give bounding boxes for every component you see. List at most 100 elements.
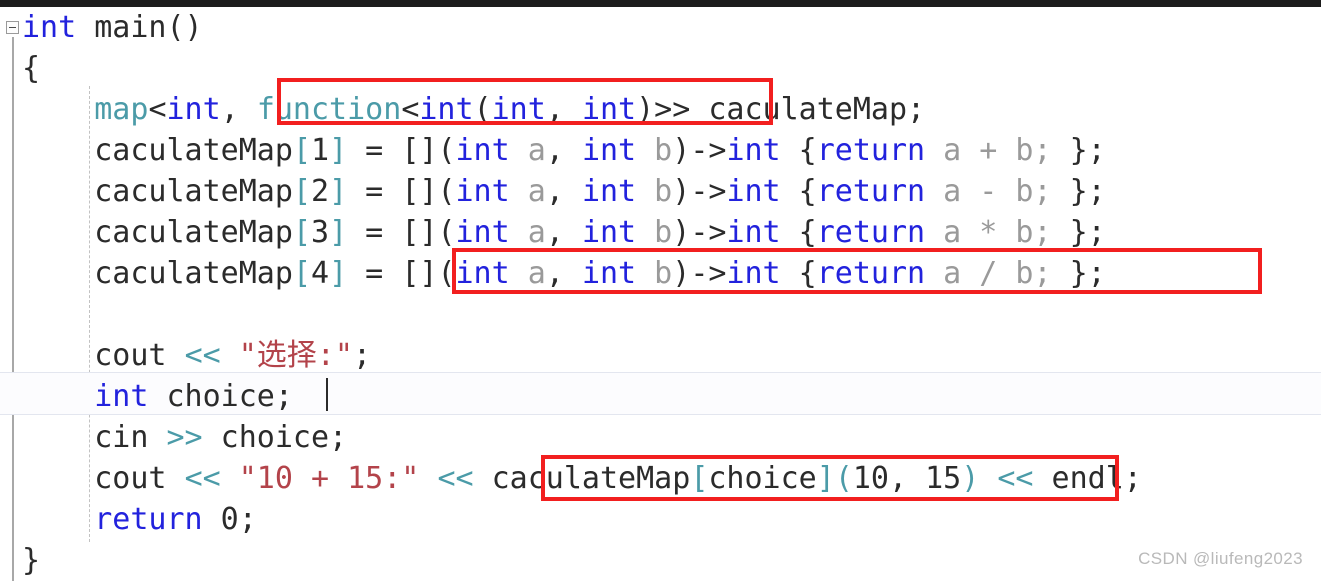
code-line-6[interactable]: caculateMap[3] = [](int a, int b)->int {… <box>0 212 1321 253</box>
token-keyword-return: return <box>816 133 926 168</box>
token-string-literal-prompt: "选择:" <box>238 338 353 373</box>
token-comma: , <box>545 256 582 291</box>
token-body-close-brace: }; <box>1069 174 1106 209</box>
token-bracket-close: ] <box>329 256 348 291</box>
token-param-b: b <box>636 174 673 209</box>
token-body-close-brace: }; <box>1069 215 1106 250</box>
token-lambda-capture: [] <box>401 174 438 209</box>
token-bracket-close: ] <box>329 215 348 250</box>
code-line-7[interactable]: caculateMap[4] = [](int a, int b)->int {… <box>0 253 1321 294</box>
token-paren-open: ( <box>437 133 456 168</box>
token-keyword-int: int <box>94 379 149 414</box>
token-identifier-caculatemap: caculateMap <box>94 133 293 168</box>
token-keyword-int: int <box>455 174 510 209</box>
token-param-b: b <box>636 256 673 291</box>
code-line-1[interactable]: int main() <box>0 7 1321 48</box>
token-angle-open: < <box>148 92 167 127</box>
token-bracket-open: [ <box>292 215 311 250</box>
code-line-5[interactable]: caculateMap[2] = [](int a, int b)->int {… <box>0 171 1321 212</box>
token-identifier-caculatemap: caculateMap <box>94 174 293 209</box>
token-stream-insert: << <box>184 461 221 496</box>
code-line-8[interactable]: cout << "选择:"; <box>0 335 1321 376</box>
code-line-9[interactable]: int choice; <box>0 376 1321 417</box>
code-line-13[interactable]: } <box>0 540 1321 581</box>
code-line-12[interactable]: return 0; <box>0 499 1321 540</box>
token-cin: cin <box>94 420 167 455</box>
code-line-3[interactable]: map<int, function<int(int, int)>> cacula… <box>0 89 1321 130</box>
token-return-value: 0; <box>202 502 257 537</box>
token-paren-open: ( <box>437 174 456 209</box>
token-identifier-choice: choice <box>708 461 817 496</box>
token-body-close-brace: }; <box>1069 133 1106 168</box>
token-bracket-open: [ <box>292 256 311 291</box>
token-keyword-return: return <box>816 174 926 209</box>
token-assign: = <box>347 215 402 250</box>
token-stream-insert: << <box>184 338 221 373</box>
token-semicolon: ; <box>352 338 371 373</box>
token-identifier-caculatemap: caculateMap <box>94 215 293 250</box>
token-call-paren-open: ( <box>834 461 853 496</box>
token-identifier-choice: choice; <box>202 420 348 455</box>
token-comma: , <box>220 92 257 127</box>
token-paren-close: ) <box>672 256 691 291</box>
token-keyword-int-2: int <box>581 256 637 291</box>
token-param-a: a <box>509 174 546 209</box>
code-line-2[interactable]: { <box>0 48 1321 89</box>
token-keyword-return: return <box>816 256 926 291</box>
token-paren-open: ( <box>437 215 456 250</box>
token-body-open-brace: { <box>780 215 817 250</box>
token-return-type-int: int <box>726 174 781 209</box>
token-stream-insert-2: << <box>437 461 474 496</box>
token-lambda-capture: [] <box>401 256 438 291</box>
token-open-brace: { <box>22 51 41 86</box>
token-comma: , <box>545 215 582 250</box>
code-editor-screenshot: int main() { map<int, function<int(int, … <box>0 0 1321 581</box>
token-stream-extract: >> <box>166 420 203 455</box>
code-line-11[interactable]: cout << "10 + 15:" << caculateMap[choice… <box>0 458 1321 499</box>
code-line-10[interactable]: cin >> choice; <box>0 417 1321 458</box>
token-declarator-caculatemap: > caculateMap; <box>672 92 926 127</box>
token-keyword-int-2: int <box>581 215 637 250</box>
token-comma: , <box>545 133 582 168</box>
token-param-b: b <box>636 133 673 168</box>
token-keyword-int: int <box>455 133 510 168</box>
token-space-3 <box>979 461 997 496</box>
token-stream-insert-3: << <box>997 461 1034 496</box>
token-param-a: a <box>509 215 546 250</box>
token-keyword-int: int <box>455 256 510 291</box>
code-line-4[interactable]: caculateMap[1] = [](int a, int b)->int {… <box>0 130 1321 171</box>
token-type-function: function <box>256 92 402 127</box>
token-assign: = <box>347 256 402 291</box>
token-keyword-return: return <box>94 502 203 537</box>
token-bracket-open: [ <box>690 461 709 496</box>
token-trailing-arrow: -> <box>690 133 727 168</box>
token-paren-close: ) <box>672 133 691 168</box>
token-angle-open-2: < <box>401 92 420 127</box>
token-param-a: a <box>509 256 546 291</box>
token-lambda-capture: [] <box>401 215 438 250</box>
token-body-open-brace: { <box>780 174 817 209</box>
token-keyword-int-2: int <box>581 174 637 209</box>
token-keyword-int-3: int <box>491 92 546 127</box>
token-close-brace: } <box>22 543 41 578</box>
token-keyword-int-2: int <box>581 133 637 168</box>
code-text-area[interactable]: int main() { map<int, function<int(int, … <box>0 7 1321 581</box>
token-identifier-choice: choice; <box>148 379 293 414</box>
token-cout: cout <box>94 461 185 496</box>
token-trailing-arrow: -> <box>690 215 727 250</box>
token-bracket-open: [ <box>292 133 311 168</box>
token-paren-open: ( <box>473 92 492 127</box>
text-caret <box>326 378 328 411</box>
token-keyword-return: return <box>816 215 926 250</box>
